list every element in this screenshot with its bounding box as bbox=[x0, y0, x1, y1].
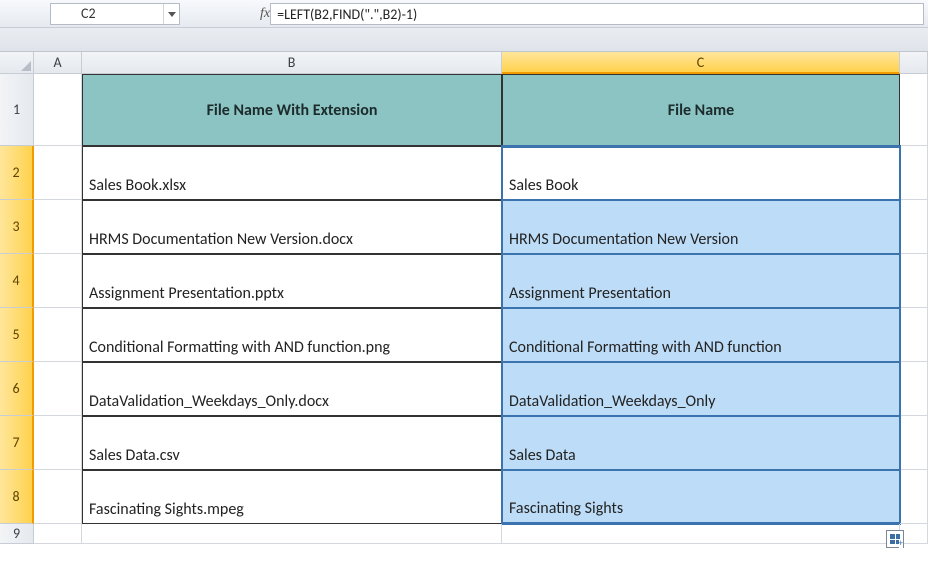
cell-C2[interactable]: Sales Book bbox=[502, 146, 900, 200]
cell-C1[interactable]: File Name bbox=[502, 74, 900, 146]
name-box-wrap: C2 bbox=[0, 0, 180, 27]
header-c: File Name bbox=[668, 101, 734, 120]
val-c2: Sales Book bbox=[509, 176, 578, 195]
cell-B2[interactable]: Sales Book.xlsx bbox=[82, 146, 502, 200]
row-header-3[interactable]: 3 bbox=[0, 200, 34, 254]
cell-C6[interactable]: DataValidation_Weekdays_Only bbox=[502, 362, 900, 416]
cell-A5[interactable] bbox=[34, 308, 82, 362]
val-b5: Conditional Formatting with AND function… bbox=[89, 338, 390, 357]
plus-icon: + bbox=[899, 540, 903, 548]
ribbon-edge bbox=[0, 28, 928, 52]
row-header-7[interactable]: 7 bbox=[0, 416, 34, 470]
cell-B8[interactable]: Fascinating Sights.mpeg bbox=[82, 470, 502, 524]
cell-C3[interactable]: HRMS Documentation New Version bbox=[502, 200, 900, 254]
chevron-down-icon bbox=[168, 10, 176, 18]
col-header-next[interactable] bbox=[900, 52, 928, 74]
cell-B9[interactable] bbox=[82, 524, 502, 544]
col-header-C[interactable]: C bbox=[502, 52, 900, 74]
cell-A3[interactable] bbox=[34, 200, 82, 254]
cell-D3[interactable] bbox=[900, 200, 928, 254]
row-6: 6 DataValidation_Weekdays_Only.docx Data… bbox=[0, 362, 928, 416]
select-all-corner[interactable] bbox=[0, 52, 34, 74]
cell-D9[interactable] bbox=[900, 524, 928, 544]
row-7: 7 Sales Data.csv Sales Data bbox=[0, 416, 928, 470]
cell-B1[interactable]: File Name With Extension bbox=[82, 74, 502, 146]
val-c8: Fascinating Sights bbox=[509, 499, 623, 518]
row-header-2[interactable]: 2 bbox=[0, 146, 34, 200]
val-c5: Conditional Formatting with AND function bbox=[509, 338, 782, 357]
val-c3: HRMS Documentation New Version bbox=[509, 230, 738, 249]
cell-B7[interactable]: Sales Data.csv bbox=[82, 416, 502, 470]
cell-C7[interactable]: Sales Data bbox=[502, 416, 900, 470]
fx-group: fx bbox=[260, 0, 270, 27]
cell-B6[interactable]: DataValidation_Weekdays_Only.docx bbox=[82, 362, 502, 416]
cell-A9[interactable] bbox=[34, 524, 82, 544]
cell-D7[interactable] bbox=[900, 416, 928, 470]
cell-D2[interactable] bbox=[900, 146, 928, 200]
cell-D4[interactable] bbox=[900, 254, 928, 308]
val-c7: Sales Data bbox=[509, 446, 576, 465]
row-8: 8 Fascinating Sights.mpeg Fascinating Si… bbox=[0, 470, 928, 524]
name-box-value: C2 bbox=[81, 5, 96, 22]
val-b7: Sales Data.csv bbox=[89, 446, 180, 465]
row-9: 9 bbox=[0, 524, 928, 544]
row-header-5[interactable]: 5 bbox=[0, 308, 34, 362]
cell-D8[interactable] bbox=[900, 470, 928, 524]
row-5: 5 Conditional Formatting with AND functi… bbox=[0, 308, 928, 362]
row-header-4[interactable]: 4 bbox=[0, 254, 34, 308]
column-headers: A B C bbox=[0, 52, 928, 74]
formula-bar-value: =LEFT(B2,FIND(".",B2)-1) bbox=[277, 6, 417, 23]
name-box-dropdown[interactable] bbox=[163, 4, 179, 24]
cell-D6[interactable] bbox=[900, 362, 928, 416]
header-b: File Name With Extension bbox=[207, 101, 378, 120]
row-2: 2 Sales Book.xlsx Sales Book bbox=[0, 146, 928, 200]
cell-B3[interactable]: HRMS Documentation New Version.docx bbox=[82, 200, 502, 254]
cell-C8[interactable]: Fascinating Sights bbox=[502, 470, 900, 524]
cell-A8[interactable] bbox=[34, 470, 82, 524]
cell-A6[interactable] bbox=[34, 362, 82, 416]
cell-C4[interactable]: Assignment Presentation bbox=[502, 254, 900, 308]
col-header-B[interactable]: B bbox=[82, 52, 502, 74]
cell-C5[interactable]: Conditional Formatting with AND function bbox=[502, 308, 900, 362]
val-c6: DataValidation_Weekdays_Only bbox=[509, 392, 715, 411]
formula-bar[interactable]: =LEFT(B2,FIND(".",B2)-1) bbox=[270, 3, 924, 25]
fx-icon[interactable]: fx bbox=[260, 6, 270, 22]
cell-A2[interactable] bbox=[34, 146, 82, 200]
col-header-A[interactable]: A bbox=[34, 52, 82, 74]
row-header-9[interactable]: 9 bbox=[0, 524, 34, 544]
cell-D1[interactable] bbox=[900, 74, 928, 146]
row-4: 4 Assignment Presentation.pptx Assignmen… bbox=[0, 254, 928, 308]
row-header-1[interactable]: 1 bbox=[0, 74, 34, 146]
cell-C9[interactable] bbox=[502, 524, 900, 544]
row-3: 3 HRMS Documentation New Version.docx HR… bbox=[0, 200, 928, 254]
row-1: 1 File Name With Extension File Name bbox=[0, 74, 928, 146]
val-b6: DataValidation_Weekdays_Only.docx bbox=[89, 392, 329, 411]
cell-B4[interactable]: Assignment Presentation.pptx bbox=[82, 254, 502, 308]
cell-A7[interactable] bbox=[34, 416, 82, 470]
formula-bar-row: C2 fx =LEFT(B2,FIND(".",B2)-1) bbox=[0, 0, 928, 28]
cell-A1[interactable] bbox=[34, 74, 82, 146]
val-c4: Assignment Presentation bbox=[509, 284, 671, 303]
cell-D5[interactable] bbox=[900, 308, 928, 362]
spreadsheet-grid: A B C 1 File Name With Extension File Na… bbox=[0, 52, 928, 544]
cell-A4[interactable] bbox=[34, 254, 82, 308]
cell-B5[interactable]: Conditional Formatting with AND function… bbox=[82, 308, 502, 362]
val-b4: Assignment Presentation.pptx bbox=[89, 284, 284, 303]
autofill-options-icon[interactable]: + bbox=[886, 530, 904, 548]
name-box[interactable]: C2 bbox=[50, 3, 180, 25]
val-b3: HRMS Documentation New Version.docx bbox=[89, 230, 353, 249]
row-header-8[interactable]: 8 bbox=[0, 470, 34, 524]
row-header-6[interactable]: 6 bbox=[0, 362, 34, 416]
val-b8: Fascinating Sights.mpeg bbox=[89, 500, 244, 519]
val-b2: Sales Book.xlsx bbox=[89, 176, 186, 195]
